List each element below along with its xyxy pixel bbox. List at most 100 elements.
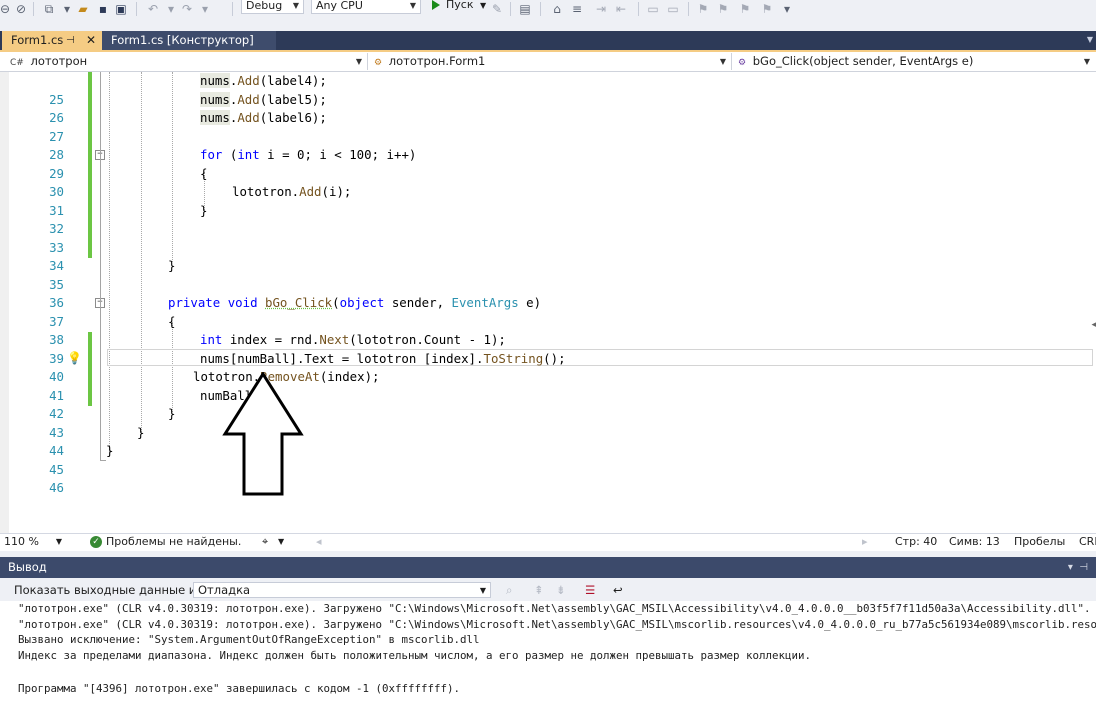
document-tab-strip: Form1.cs ⊣ ✕ Form1.cs [Конструктор] ▼ xyxy=(0,24,1096,52)
tab-form1-designer[interactable]: Form1.cs [Конструктор] xyxy=(102,31,276,50)
comment-icon[interactable]: ▭ xyxy=(646,1,660,17)
code-token: Next xyxy=(319,332,350,347)
output-toolbar: Показать выходные данные из: Отладка ▼ ⌕… xyxy=(0,579,1096,601)
line-ending-indicator[interactable]: CRLF xyxy=(1079,534,1096,550)
find-message-icon[interactable]: ⌕ xyxy=(506,579,512,601)
code-text: nums.Add(label5); xyxy=(200,91,327,107)
uncomment-icon[interactable]: ▭ xyxy=(666,1,680,17)
scroll-right-icon[interactable]: ▸ xyxy=(862,534,868,550)
undo-icon[interactable]: ↶ xyxy=(146,1,160,17)
chevron-down-icon[interactable]: ▼ xyxy=(278,534,284,550)
code-editor[interactable]: − − 💡 25 nums.Add(label4); 26 nums.Add(l… xyxy=(0,72,1096,533)
tab-label: Form1.cs [Конструктор] xyxy=(111,33,254,47)
toolbar-separator xyxy=(688,2,689,16)
home-icon[interactable]: ⌂ xyxy=(550,1,564,17)
back-icon[interactable]: ⊖ xyxy=(0,1,12,17)
project-name: лототрон xyxy=(30,54,88,68)
find-icon[interactable]: ▤ xyxy=(518,1,532,17)
chevron-down-icon: ▼ xyxy=(292,1,299,10)
output-panel-header: Вывод ▾ ⊣ xyxy=(0,557,1096,578)
main-toolbar: ⊖ ⊘ ⧉ ▾ ▰ ▪ ▣ ↶ ▾ ↷ ▾ Debug ▼ Any CPU ▼ … xyxy=(0,0,1096,25)
method-icon: ⚙ xyxy=(738,58,747,68)
tab-label: Form1.cs xyxy=(11,33,64,47)
csharp-project-icon: C# xyxy=(10,58,24,68)
forward-icon[interactable]: ⊘ xyxy=(14,1,28,17)
clear-all-icon[interactable]: ☰ xyxy=(585,579,595,601)
code-token: nums xyxy=(200,110,230,125)
project-dropdown[interactable]: C# лототрон ▼ xyxy=(10,53,368,70)
code-line: 27 nums.Add(label6); xyxy=(0,109,1096,144)
chevron-down-icon[interactable]: ▾ xyxy=(164,1,178,17)
panel-options-icon[interactable]: ▾ ⊣ xyxy=(1068,557,1088,578)
indent-icon[interactable]: ⇥ xyxy=(594,1,608,17)
outdent-icon[interactable]: ⇤ xyxy=(614,1,628,17)
prev-message-icon[interactable]: ⇞ xyxy=(534,579,544,601)
redo-icon[interactable]: ↷ xyxy=(180,1,194,17)
member-name: bGo_Click(object sender, EventArgs e) xyxy=(752,54,974,68)
code-line: 40 nums[numBall].Text = lototron [index]… xyxy=(0,350,1096,385)
word-wrap-icon[interactable]: ↩ xyxy=(613,579,623,601)
code-token: Add xyxy=(299,184,322,199)
code-text: } xyxy=(200,202,208,218)
code-token: nums xyxy=(200,91,230,107)
clear-bookmarks-icon[interactable]: ⚑ xyxy=(760,1,774,17)
code-line: 28 xyxy=(0,128,1096,162)
close-icon[interactable]: ✕ xyxy=(86,31,96,50)
chevron-down-icon: ▼ xyxy=(719,57,726,66)
zoom-select[interactable]: 110 % ▼ xyxy=(4,535,64,549)
start-debugging-button[interactable]: Пуск ▼ xyxy=(430,0,486,14)
toolbar-options-icon[interactable]: ▾ xyxy=(780,1,794,17)
code-line: 37 private void bGo_Click(object sender,… xyxy=(0,294,1096,329)
platform-value: Any CPU xyxy=(316,0,363,12)
output-text-area[interactable]: "лототрон.exe" (CLR v4.0.30319: лототрон… xyxy=(0,601,1096,712)
pin-icon[interactable]: ⊣ xyxy=(66,31,75,50)
chevron-down-icon: ▼ xyxy=(55,537,62,546)
code-line: 25 nums.Add(label4); xyxy=(0,72,1096,107)
code-token: for xyxy=(200,147,223,162)
code-token: Add xyxy=(237,91,260,107)
whitespace-indicator[interactable]: Пробелы xyxy=(1014,534,1065,550)
new-project-icon[interactable]: ⧉ xyxy=(42,1,56,17)
code-token: ToString xyxy=(483,350,544,366)
code-line: 32 } xyxy=(0,202,1096,237)
output-line: "лототрон.exe" (CLR v4.0.30319: лототрон… xyxy=(18,617,1096,631)
code-line: 35 } xyxy=(0,257,1096,292)
output-source-value: Отладка xyxy=(198,583,251,597)
brush-icon[interactable]: ⌖ xyxy=(262,534,268,550)
chevron-down-icon[interactable]: ▾ xyxy=(198,1,212,17)
tab-list-dropdown-icon[interactable]: ▼ xyxy=(1087,35,1093,44)
save-all-icon[interactable]: ▣ xyxy=(114,1,128,17)
chevron-down-icon[interactable]: ▾ xyxy=(60,1,74,17)
format-icon[interactable]: ≡ xyxy=(570,1,584,17)
toolbar-separator xyxy=(638,2,639,16)
output-source-select[interactable]: Отладка ▼ xyxy=(193,582,491,598)
toolbar-separator xyxy=(33,2,34,16)
code-text: nums[numBall].Text = lototron [index].To… xyxy=(200,350,566,366)
code-line: 43 } xyxy=(0,405,1096,440)
code-line: 39 int index = rnd.Next(lototron.Count -… xyxy=(0,331,1096,366)
hot-reload-icon[interactable]: ✎ xyxy=(490,1,504,17)
code-text: } xyxy=(168,406,176,421)
prev-bookmark-icon[interactable]: ⚑ xyxy=(716,1,730,17)
member-dropdown[interactable]: ⚙ bGo_Click(object sender, EventArgs e) … xyxy=(738,53,1095,70)
problems-status[interactable]: Проблемы не найдены. xyxy=(106,534,241,550)
code-line: 31 lototron.Add(i); xyxy=(0,183,1096,218)
code-line: 42 numBall++; xyxy=(0,387,1096,422)
save-icon[interactable]: ▪ xyxy=(96,1,110,17)
tab-form1-cs[interactable]: Form1.cs ⊣ ✕ xyxy=(2,31,102,50)
chevron-down-icon: ▼ xyxy=(1083,57,1090,66)
toolbar-separator xyxy=(540,2,541,16)
next-bookmark-icon[interactable]: ⚑ xyxy=(738,1,752,17)
platform-select[interactable]: Any CPU ▼ xyxy=(311,0,421,14)
class-dropdown[interactable]: ⚙ лототрон.Form1 ▼ xyxy=(374,53,732,70)
next-message-icon[interactable]: ⇟ xyxy=(556,579,566,601)
bookmark-icon[interactable]: ⚑ xyxy=(696,1,710,17)
code-text: } xyxy=(137,424,145,440)
open-folder-icon[interactable]: ▰ xyxy=(76,1,90,17)
configuration-select[interactable]: Debug ▼ xyxy=(241,0,304,14)
code-text: for (int i = 0; i < 100; i++) xyxy=(200,147,417,162)
code-token: void xyxy=(227,295,258,310)
scroll-marker: ◂ xyxy=(1091,320,1096,330)
code-text: } xyxy=(106,443,114,458)
scroll-left-icon[interactable]: ◂ xyxy=(316,534,322,550)
